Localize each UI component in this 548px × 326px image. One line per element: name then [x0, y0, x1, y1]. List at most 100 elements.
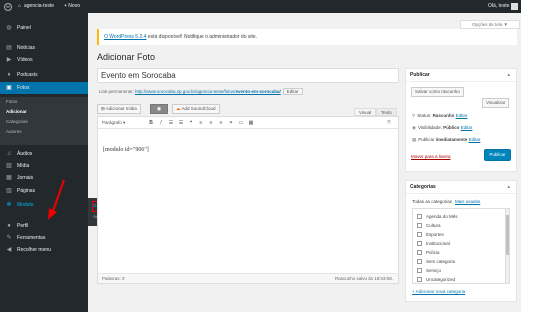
checkbox[interactable]: [417, 223, 422, 229]
categories-box-header[interactable]: Categorias ▴: [406, 181, 516, 194]
category-scrollbar[interactable]: [505, 209, 509, 283]
sidebar-item-videos[interactable]: ▶ Vídeos: [0, 54, 88, 66]
tab-visual[interactable]: Visual: [354, 108, 377, 116]
collapse-menu-button[interactable]: ◀ Recolher menu: [0, 244, 88, 256]
category-label: Institucional: [426, 241, 450, 246]
blockquote-icon[interactable]: ❝: [188, 119, 194, 127]
bullet-list-icon[interactable]: ☰: [168, 119, 174, 127]
sidebar-item-fotos[interactable]: ▣ Fotos: [0, 82, 88, 94]
tab-most-used[interactable]: Mais usadas: [455, 199, 480, 204]
sidebar-item-podcasts[interactable]: ♦ Podcasts: [0, 69, 88, 81]
site-name-link[interactable]: agencia-teste: [24, 0, 54, 13]
schedule-label: Publicar: [418, 137, 436, 142]
category-label: Polícia: [426, 250, 440, 255]
checkbox[interactable]: [417, 268, 422, 274]
tab-text[interactable]: Texto: [376, 108, 397, 116]
profile-icon: ●: [7, 223, 11, 229]
add-category-link[interactable]: + Adicionar nova categoria: [412, 289, 465, 294]
numbered-list-icon[interactable]: ☰: [178, 119, 184, 127]
list-item[interactable]: Institucional: [417, 240, 450, 248]
pin-icon: ⚲: [412, 113, 416, 118]
update-link[interactable]: O WordPress 5.2.4: [104, 34, 146, 40]
more-tag-icon[interactable]: ▭: [238, 119, 244, 127]
tab-all-categories[interactable]: Todas as categorias: [412, 199, 452, 204]
permalink-edit-button[interactable]: Editar: [282, 88, 303, 95]
bold-icon[interactable]: B: [148, 119, 154, 127]
category-label: Uncategorized: [426, 277, 456, 282]
visibility-edit-link[interactable]: Editar: [461, 125, 473, 130]
new-content-link[interactable]: + Novo: [64, 0, 80, 13]
align-center-icon[interactable]: ≡: [208, 119, 214, 127]
preview-button[interactable]: Visualizar: [482, 98, 510, 108]
submenu-item-adicionar[interactable]: Adicionar: [6, 107, 27, 117]
permalink-slug: evento-em-sorocaba/: [235, 89, 281, 94]
list-item[interactable]: Polícia: [417, 249, 440, 257]
move-to-trash-link[interactable]: Mover para a lixeira: [411, 154, 451, 159]
align-left-icon[interactable]: ≡: [198, 119, 204, 127]
align-right-icon[interactable]: ≡: [218, 119, 224, 127]
list-item[interactable]: Serviço: [417, 267, 441, 275]
add-media-label: Adicionar mídia: [105, 106, 137, 111]
publish-box: Publicar ▴ Salvar como rascunho Visualiza…: [405, 68, 517, 172]
submenu-item-categorias[interactable]: Categorias: [6, 117, 28, 127]
toolbar-toggle-icon[interactable]: ▦: [248, 119, 254, 127]
status-label: Status:: [417, 113, 433, 118]
checkbox[interactable]: [417, 277, 422, 283]
camera-icon[interactable]: ◉: [150, 104, 168, 114]
schedule-row: ▦ Publicar imediatamente Editar: [412, 137, 480, 143]
sidebar-item-noticias[interactable]: ▤ Notícias: [0, 42, 88, 54]
list-item[interactable]: Agenda do Mês: [417, 213, 458, 221]
publish-button[interactable]: Publicar: [484, 149, 511, 161]
fullscreen-icon[interactable]: ⤧: [386, 119, 392, 127]
user-greeting[interactable]: Olá, teste: [488, 0, 509, 13]
category-label: Esportes: [426, 232, 444, 237]
sidebar-item-label: Fotos: [17, 85, 30, 91]
sidebar-item-painel[interactable]: ◍ Painel: [0, 22, 88, 34]
add-media-button[interactable]: ⊞ Adicionar mídia: [97, 104, 141, 114]
list-item[interactable]: Esportes: [417, 231, 444, 239]
wordpress-logo-icon[interactable]: W: [4, 2, 12, 11]
schedule-value: imediatamente: [435, 137, 468, 142]
visibility-row: ◉ Visibilidade: Público Editar: [412, 125, 472, 131]
collapse-arrow-icon[interactable]: ▴: [507, 69, 510, 82]
scrollbar-thumb[interactable]: [506, 215, 509, 255]
list-item[interactable]: Cultura: [417, 222, 441, 230]
checkbox[interactable]: [417, 214, 422, 220]
collapse-icon: ◀: [6, 247, 12, 253]
submenu-item-fotos[interactable]: Fotos: [6, 97, 17, 107]
checkbox[interactable]: [417, 250, 422, 256]
list-item[interactable]: Uncategorized: [417, 276, 456, 283]
post-title-input[interactable]: Evento em Sorocaba: [97, 68, 399, 83]
collapse-arrow-icon[interactable]: ▴: [507, 181, 510, 194]
checkbox[interactable]: [417, 232, 422, 238]
category-label: Sem categoria: [426, 259, 456, 264]
draft-saved-status: Rascunho salvo às 18:03:08.: [334, 276, 393, 281]
checkbox[interactable]: [417, 241, 422, 247]
status-row: ⚲ Status: Rascunho Editar: [412, 113, 467, 119]
sidebar-item-audios[interactable]: ♫ Áudios: [0, 148, 88, 160]
publish-box-header[interactable]: Publicar ▴: [406, 69, 516, 82]
schedule-edit-link[interactable]: Editar: [469, 137, 481, 142]
dashboard-icon: ◍: [6, 25, 12, 31]
sidebar-item-ferramentas[interactable]: ✎ Ferramentas: [0, 232, 88, 244]
permalink-url[interactable]: http://www.sorocaba.sp.gov.br/agencia-te…: [135, 89, 281, 94]
sidebar-item-label: Notícias: [17, 45, 36, 51]
category-tabs: Todas as categorias Mais usadas: [412, 199, 480, 204]
status-edit-link[interactable]: Editar: [456, 113, 468, 118]
submenu-item-autores[interactable]: Autores: [6, 127, 22, 137]
format-select[interactable]: Parágrafo ▾: [102, 119, 134, 127]
italic-icon[interactable]: I: [158, 119, 164, 127]
sidebar-item-midia[interactable]: ▨ Mídia: [0, 160, 88, 172]
checkbox[interactable]: [417, 259, 422, 265]
save-draft-button[interactable]: Salvar como rascunho: [411, 87, 464, 97]
link-icon[interactable]: ⚭: [228, 119, 234, 127]
sidebar-item-label: Perfil: [17, 223, 29, 229]
avatar[interactable]: [511, 3, 518, 10]
post-editor[interactable]: Parágrafo ▾ B I ☰ ☰ ❝ ≡ ≡ ≡ ⚭ ▭ ▦ ⤧ [mod…: [97, 116, 399, 284]
category-checklist: Agenda do Mês Cultura Esportes Instituci…: [412, 208, 510, 284]
list-item[interactable]: Sem categoria: [417, 258, 455, 266]
screen-options-toggle[interactable]: Opções de tela ▼: [460, 20, 520, 29]
add-soundcloud-button[interactable]: ☁ Add SoundCloud: [172, 104, 220, 114]
editor-content[interactable]: [modulo id="906"]: [103, 147, 149, 153]
audio-icon: ♫: [6, 151, 12, 157]
